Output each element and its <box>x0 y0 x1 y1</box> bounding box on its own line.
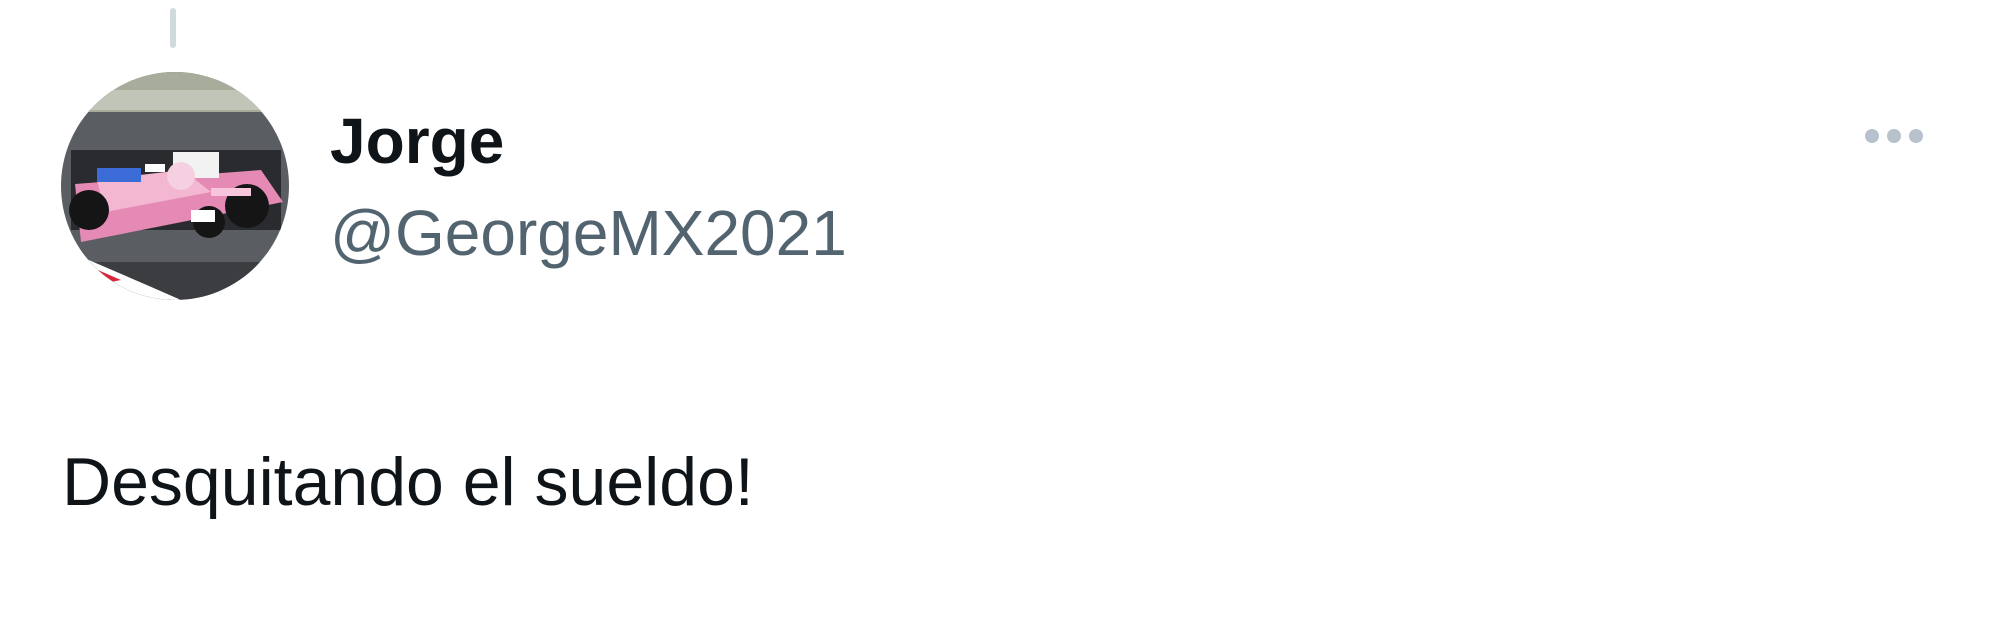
thread-connector-line <box>170 8 176 48</box>
more-dot <box>1887 129 1901 143</box>
f1-racing-car-avatar-image <box>61 72 289 300</box>
more-dot <box>1909 129 1923 143</box>
more-dot <box>1865 129 1879 143</box>
more-horizontal-icon <box>1865 129 1923 143</box>
tweet-card[interactable]: Jorge @GeorgeMX2021 Desquitando el sueld… <box>0 0 2003 620</box>
tweet-text: Desquitando el sueldo! <box>62 444 754 520</box>
author-display-name[interactable]: Jorge <box>330 100 504 182</box>
avatar[interactable] <box>61 72 289 300</box>
author-handle[interactable]: @GeorgeMX2021 <box>330 192 847 274</box>
more-options-button[interactable] <box>1844 104 1944 168</box>
